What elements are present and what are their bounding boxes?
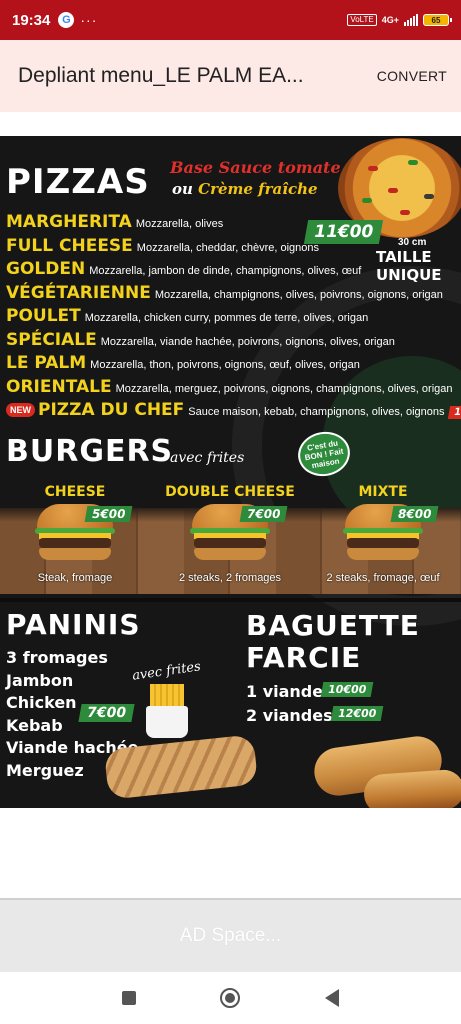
pizza-item: SPÉCIALE Mozzarella, viande hachée, poivr… [6,330,456,354]
battery-icon: 65 [423,14,452,26]
sauce-line-1: Base Sauce tomate [170,158,341,177]
panini-price: 7€00 [78,704,135,722]
pizza-item: VÉGÉTARIENNE Mozzarella, champignons, oli… [6,283,456,307]
burgers-avec-frites: avec frites [170,450,245,466]
burger-desc: 2 steaks, fromage, œuf [326,572,440,584]
pizza-desc: Mozzarella, thon, poivrons, oignons, œuf… [90,359,360,371]
baguette-price: 10€00 [320,682,374,697]
pizza-item: LE PALM Mozzarella, thon, poivrons, oigno… [6,353,456,377]
pizza-name: SPÉCIALE [6,329,97,350]
burger-price: 7€00 [239,506,288,522]
burger-item: CHEESE 5€00 Steak, fromage [0,484,150,584]
pizza-chef-desc: Sauce maison, kebab, champignons, olives… [188,406,445,418]
pizzas-title: PIZZAS [6,162,150,202]
sauce-creme: Crème fraîche [198,180,318,198]
document-title: Depliant menu_LE PALM EA... [18,64,304,87]
pizza-chef-price: 12€00 [447,406,461,419]
baguette-title: BAGUETTE FARCIE [246,610,420,674]
pizza-name: LE PALM [6,353,87,373]
google-icon: G [58,12,75,28]
burger-price: 5€00 [84,506,133,522]
app-screen: 19:34 G ··· VoLTE 4G+ 65 Depliant menu_L… [0,0,461,1024]
fries-image [146,684,188,738]
burger-desc: 2 steaks, 2 fromages [178,572,282,584]
sauce-or: ou [172,180,193,198]
more-notifications-icon: ··· [80,12,98,28]
panini-item: 3 fromages [6,648,108,667]
pizza-desc: Mozzarella, champignons, olives, poivron… [154,288,443,301]
ad-space-label: AD Space... [179,925,282,946]
convert-button[interactable]: CONVERT [377,68,447,84]
pizza-desc: Mozzarella, olives [135,218,224,230]
pizza-item: POULET Mozzarella, chicken curry, pommes … [6,306,456,330]
pizza-item: MARGHERITA Mozzarella, olives [6,212,456,236]
baguette-item: 1 viande [246,682,324,701]
burger-item: DOUBLE CHEESE 7€00 2 steaks, 2 fromages [155,484,305,584]
back-icon[interactable] [324,989,339,1007]
burger-price: 8€00 [390,506,439,522]
pizza-desc: Mozzarella, chicken curry, pommes de ter… [84,312,369,324]
pizza-item: ORIENTALE Mozzarella, merguez, poivrons, … [6,377,456,401]
status-bar: 19:34 G ··· VoLTE 4G+ 65 [0,0,461,40]
pizza-desc: Mozzarella, viande hachée, poivrons, oig… [100,335,395,348]
baguette-image [362,768,461,808]
burger-name: DOUBLE CHEESE [165,484,295,500]
section-divider [0,598,461,602]
status-time: 19:34 [12,11,51,29]
app-bar: Depliant menu_LE PALM EA... CONVERT [0,40,461,112]
burger-name: MIXTE [358,484,408,500]
volte-icon: VoLTE [347,14,377,26]
pizza-name: ORIENTALE [6,376,112,397]
baguette-title-line2: FARCIE [246,641,362,674]
home-icon[interactable] [220,988,241,1008]
signal-icon [404,14,418,26]
burger-name: CHEESE [44,484,106,500]
menu-flyer-page: PIZZAS Base Sauce tomate ou Crème fraîch… [0,136,461,808]
baguette-item: 2 viandes [246,706,333,725]
sauce-line-2: ou Crème fraîche [172,180,318,198]
burgers-title: BURGERS [6,434,174,469]
burger-item: MIXTE 8€00 2 steaks, fromage, œuf [308,484,458,584]
document-viewer[interactable]: PIZZAS Base Sauce tomate ou Crème fraîch… [0,112,461,898]
system-nav-bar [0,972,461,1024]
recent-apps-icon[interactable] [122,991,137,1005]
pizza-name: VÉGÉTARIENNE [6,282,151,303]
paninis-title: PANINIS [6,608,141,641]
pizza-list: MARGHERITA Mozzarella, olives FULL CHEESE… [6,212,461,424]
pizza-item: FULL CHEESE Mozzarella, cheddar, chèvre, … [6,236,456,260]
ad-banner[interactable]: AD Space... [0,898,461,972]
pizza-desc: Mozzarella, cheddar, chèvre, oignons [136,241,320,254]
paninis-avec-frites: avec frites [131,659,202,684]
baguette-title-line1: BAGUETTE [246,609,420,642]
baguette-list: 1 viande 2 viandes [246,682,333,730]
pizza-item: GOLDEN Mozzarella, jambon de dinde, champ… [6,259,456,283]
pizza-chef-item: NEW PIZZA DU CHEF Sauce maison, kebab, c… [6,400,461,424]
pizza-name: FULL CHEESE [6,235,133,256]
network-type: 4G+ [381,15,399,25]
pizza-desc: Mozzarella, merguez, poivrons, oignons, … [115,382,453,395]
pizza-name: MARGHERITA [6,212,132,232]
pizza-name: GOLDEN [6,259,86,279]
baguette-price: 12€00 [330,706,384,721]
new-badge: NEW [6,403,35,417]
pizza-desc: Mozzarella, jambon de dinde, champignons… [89,265,362,277]
panini-item: Jambon [6,670,74,690]
pizza-chef-name: PIZZA DU CHEF [38,400,185,420]
burger-desc: Steak, fromage [37,572,113,584]
pizza-name: POULET [6,306,81,326]
status-icons: VoLTE 4G+ 65 [347,14,452,26]
